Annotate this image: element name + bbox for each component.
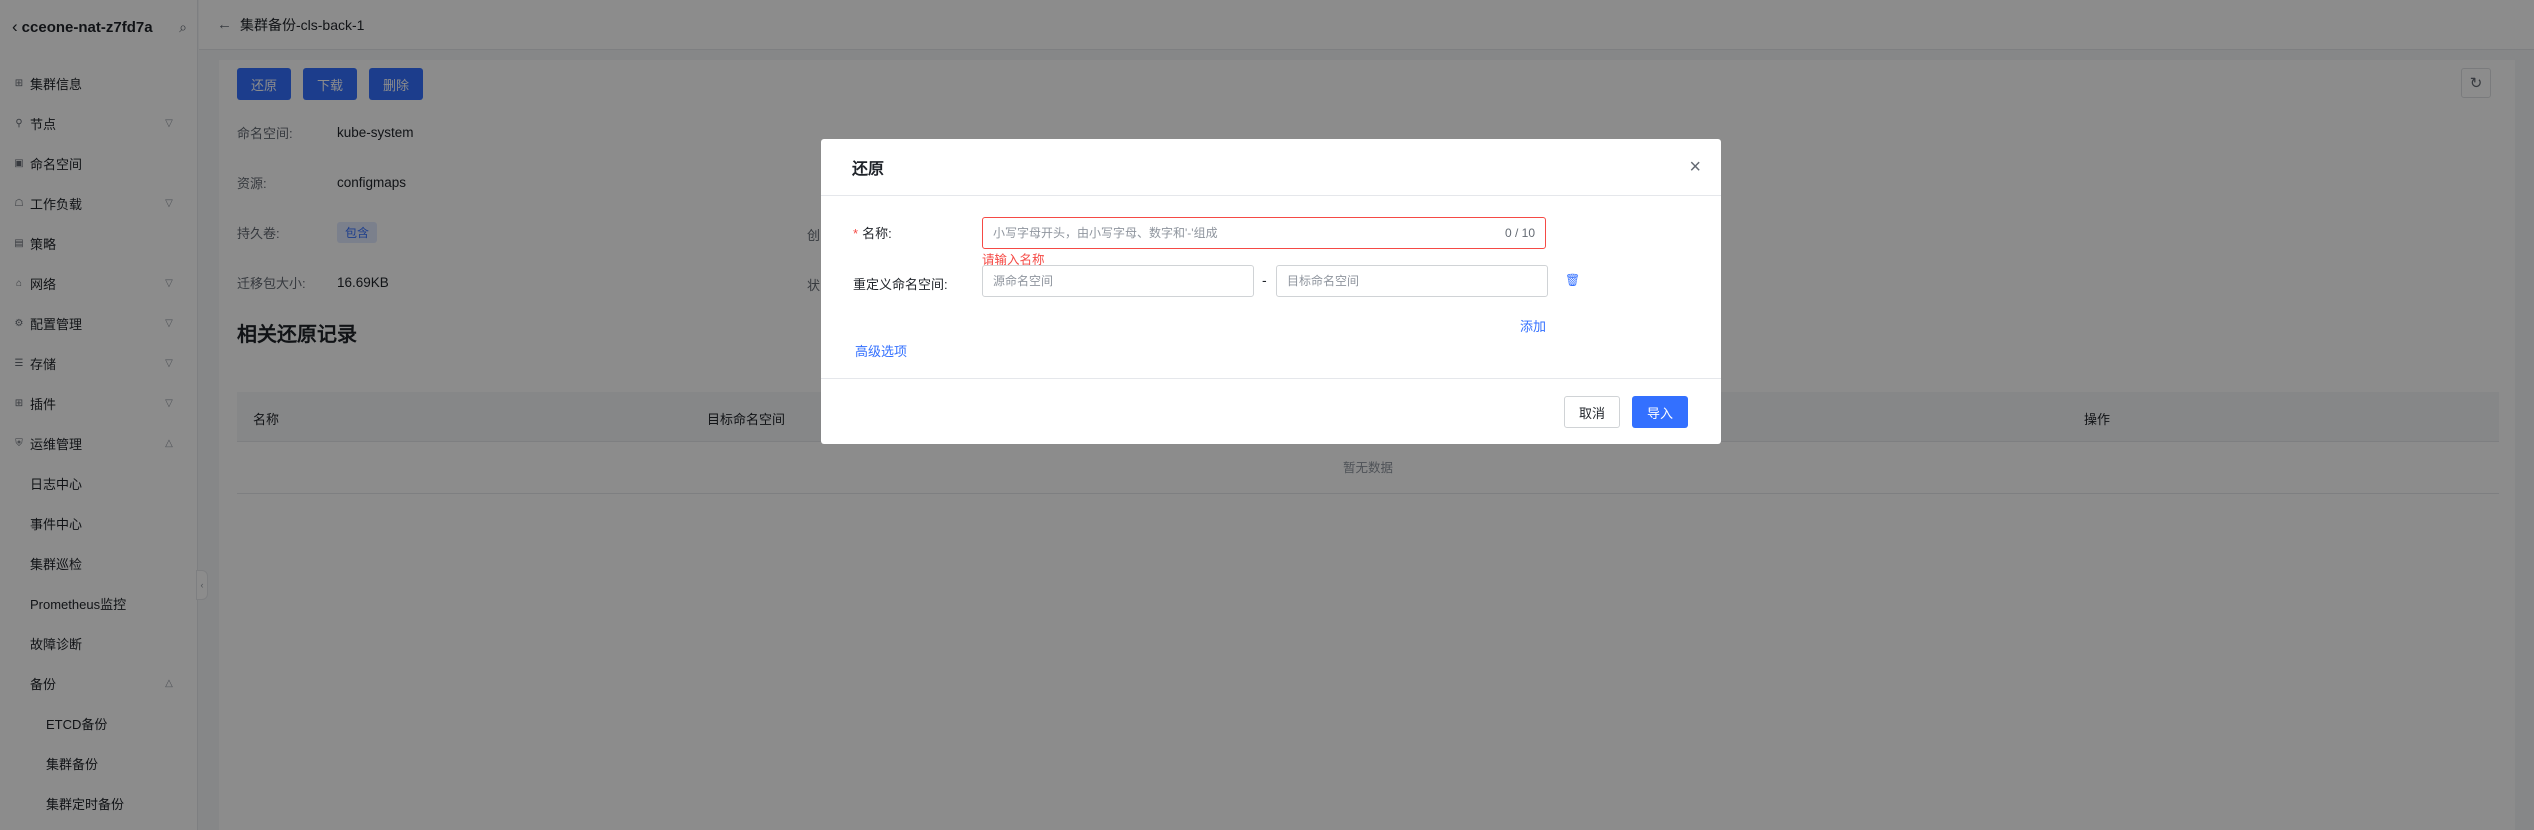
namespace-separator: - xyxy=(1262,272,1267,288)
restore-dialog: 还原 × *名称: 0 / 10 请输入名称 重定义命名空间: - 🗑 添加 高… xyxy=(821,139,1721,444)
dialog-title: 还原 xyxy=(852,161,885,178)
close-icon[interactable]: × xyxy=(1689,157,1701,177)
dialog-footer: 取消 导入 xyxy=(821,378,1721,444)
namespace-field-label: 重定义命名空间: xyxy=(853,277,948,292)
name-field-label: * 名称: xyxy=(853,223,892,242)
name-field: 0 / 10 xyxy=(982,217,1546,249)
add-mapping-link[interactable]: 添加 xyxy=(1520,316,1546,335)
char-counter: 0 / 10 xyxy=(1504,226,1535,240)
name-label-text: 名称: xyxy=(862,226,892,241)
source-namespace-input[interactable] xyxy=(982,265,1254,297)
advanced-options-link[interactable]: 高级选项 xyxy=(855,341,907,360)
target-namespace-input[interactable] xyxy=(1276,265,1548,297)
name-input[interactable] xyxy=(993,226,1505,240)
import-button[interactable]: 导入 xyxy=(1632,396,1688,428)
dialog-header: 还原 × xyxy=(821,139,1721,196)
trash-icon[interactable]: 🗑 xyxy=(1565,273,1580,287)
required-marker: * xyxy=(853,226,859,241)
cancel-button[interactable]: 取消 xyxy=(1564,396,1620,428)
